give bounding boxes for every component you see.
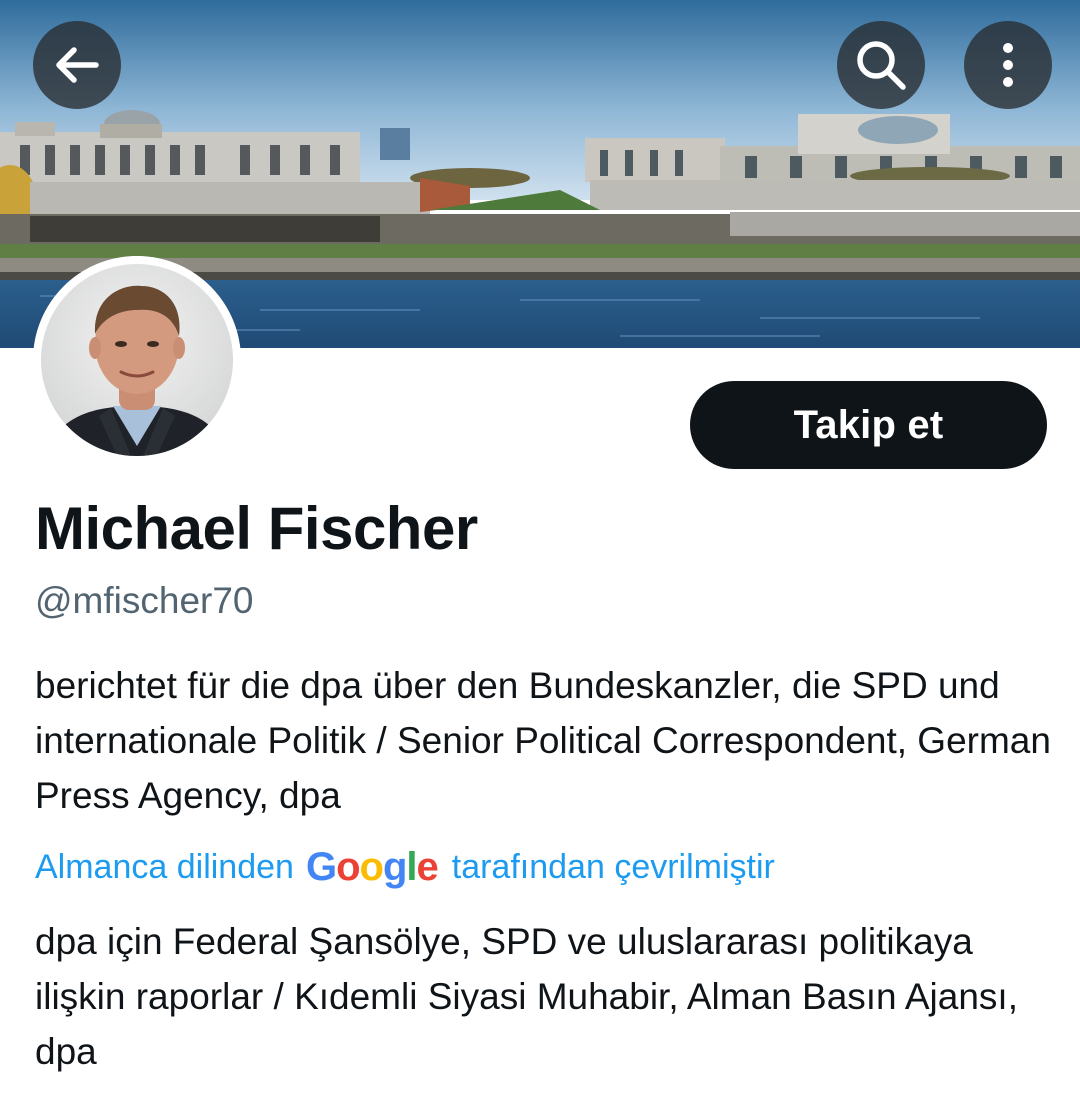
more-vertical-icon bbox=[998, 40, 1018, 90]
avatar[interactable] bbox=[33, 256, 241, 464]
google-logo: Google bbox=[305, 844, 439, 889]
avatar-image bbox=[33, 256, 241, 464]
profile-page: Takip et Michael Fischer @mfischer70 ber… bbox=[0, 0, 1080, 1112]
follow-button[interactable]: Takip et bbox=[690, 381, 1047, 469]
back-button[interactable] bbox=[33, 21, 121, 109]
display-name: Michael Fischer bbox=[35, 495, 478, 562]
translation-prefix: Almanca dilinden bbox=[35, 847, 294, 886]
translation-attribution[interactable]: Almanca dilinden Google tarafından çevri… bbox=[35, 841, 775, 893]
more-options-button[interactable] bbox=[964, 21, 1052, 109]
profile-bio: berichtet für die dpa über den Bundeskan… bbox=[35, 665, 1051, 816]
user-handle: @mfischer70 bbox=[35, 580, 254, 621]
search-button[interactable] bbox=[837, 21, 925, 109]
arrow-left-icon bbox=[52, 40, 102, 90]
translated-bio: dpa için Federal Şansölye, SPD ve ulusla… bbox=[35, 921, 1018, 1072]
search-icon bbox=[853, 37, 909, 93]
translation-suffix: tarafından çevrilmiştir bbox=[451, 847, 775, 886]
